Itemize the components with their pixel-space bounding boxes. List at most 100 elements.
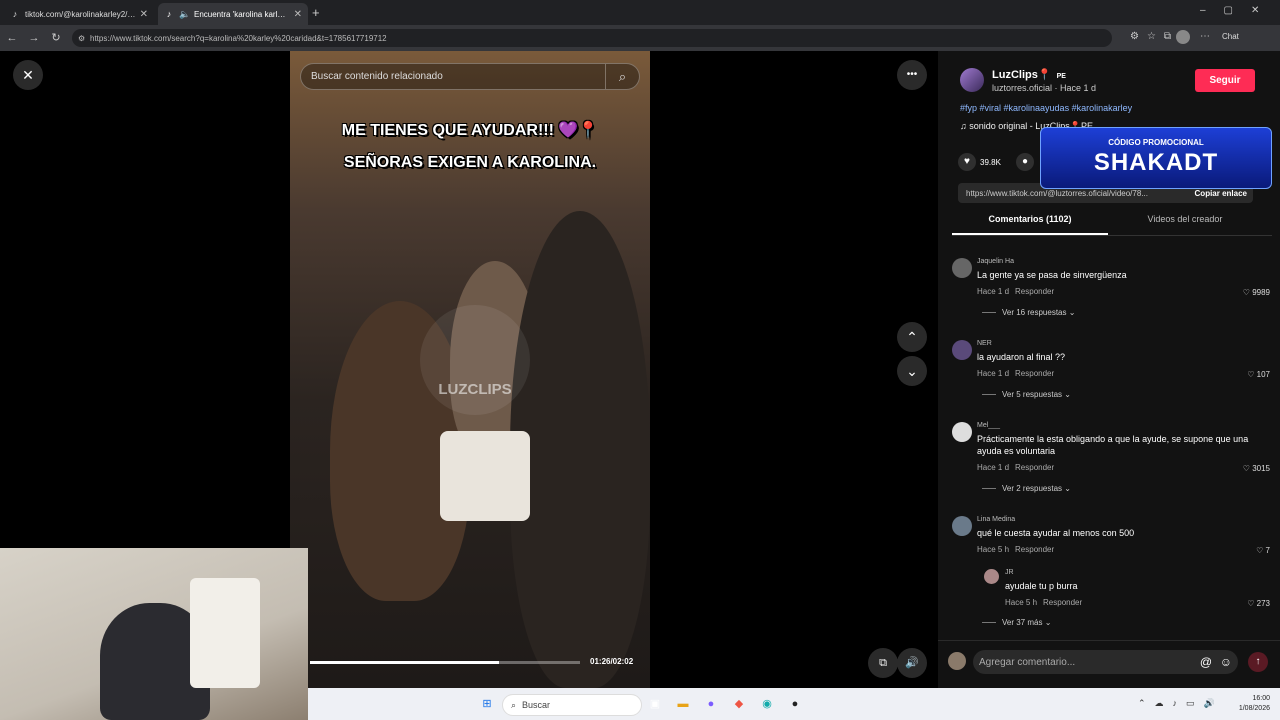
comment-time: Hace 5 h (1005, 598, 1038, 607)
comment-input[interactable]: Agregar comentario... @ ☺ (973, 650, 1238, 674)
copilot-label: Chat (1222, 32, 1239, 41)
comment-stat[interactable]: ● (1016, 153, 1038, 171)
avatar[interactable] (952, 340, 972, 360)
author-handle: luztorres.oficial · Hace 1 d (992, 83, 1097, 93)
taskbar-search[interactable]: ⌕ Buscar (502, 694, 642, 716)
new-tab-button[interactable]: + (312, 5, 320, 20)
close-tab-icon[interactable]: ✕ (294, 9, 302, 20)
follow-button[interactable]: Seguir (1195, 69, 1255, 92)
comment-placeholder: Agregar comentario... (979, 656, 1076, 668)
view-replies-button[interactable]: Ver 16 respuestas ⌄ (982, 308, 1075, 317)
comment-likes[interactable]: ♡ 7 (1256, 546, 1270, 555)
view-replies-button[interactable]: Ver 2 respuestas ⌄ (982, 484, 1071, 493)
reply-button[interactable]: Responder (1015, 463, 1054, 472)
search-placeholder: Buscar contenido relacionado (311, 71, 443, 82)
more-options-icon[interactable]: ••• (897, 60, 927, 90)
discord-icon[interactable]: ● (702, 695, 720, 713)
related-search-input[interactable]: Buscar contenido relacionado ⌕ (300, 63, 640, 90)
forward-icon[interactable]: → (26, 30, 42, 46)
taskbar-search-label: Buscar (522, 700, 551, 710)
speaker-icon[interactable]: 🔈 (179, 9, 190, 19)
comment-text: la ayudaron al final ?? (977, 352, 1066, 362)
file-explorer-icon[interactable]: ▬ (674, 695, 692, 713)
author-avatar[interactable] (960, 68, 984, 92)
task-view-icon[interactable]: ▣ (646, 695, 664, 713)
comment-time: Hace 1 d (977, 369, 1010, 378)
menu-icon[interactable]: ⋯ (1200, 31, 1210, 42)
tiktok-icon: ♪ (12, 9, 18, 19)
avatar[interactable] (984, 569, 999, 584)
browser-tab-active[interactable]: ♪ 🔈 Encuentra 'karolina karley cari ✕ (158, 3, 308, 25)
search-icon[interactable]: ⌕ (605, 64, 639, 89)
browser-tab[interactable]: ♪ tiktok.com/@karolinakarley2/live?e ✕ (4, 3, 154, 25)
heart-icon[interactable]: ♥ (958, 153, 976, 171)
comment-text: ayudale tu p burra (1005, 581, 1078, 591)
comment-text: Prácticamente la esta obligando a que la… (977, 434, 1249, 456)
app-icon[interactable]: ◆ (730, 695, 748, 713)
comment-text: La gente ya se pasa de sinvergüenza (977, 270, 1127, 280)
video-caption-line1: ME TIENES QUE AYUDAR!!! 💜📍 (341, 122, 599, 139)
comment-text: qué le cuesta ayudar al menos con 500 (977, 528, 1135, 538)
comment-likes[interactable]: ♡ 3015 (1243, 464, 1270, 473)
copilot-chat-button[interactable]: Chat (1222, 32, 1239, 41)
extension-icons[interactable]: ⚙☆⧉ (1130, 31, 1179, 42)
next-video-icon[interactable]: ⌄ (897, 356, 927, 386)
reply-button[interactable]: Responder (1015, 287, 1054, 296)
window-controls[interactable]: –▢✕ (1200, 5, 1277, 16)
volume-icon[interactable]: 🔊 (897, 648, 927, 678)
avatar[interactable] (952, 422, 972, 442)
comment-author[interactable]: Jaquelin Ha (977, 258, 1014, 265)
app-icon[interactable]: ● (786, 695, 804, 713)
start-menu-icon[interactable]: ⊞ (478, 695, 496, 713)
reply-button[interactable]: Responder (1015, 369, 1054, 378)
comment-time: Hace 5 h (977, 545, 1010, 554)
comment-author[interactable]: NER (977, 340, 992, 347)
copy-link-button[interactable]: Copiar enlace (1195, 189, 1247, 198)
profile-avatar[interactable] (1176, 30, 1190, 44)
author-name-row[interactable]: LuzClips📍 PE (992, 68, 1066, 81)
reply-button[interactable]: Responder (1015, 545, 1054, 554)
comment-likes[interactable]: ♡ 273 (1247, 599, 1270, 608)
comment-likes[interactable]: ♡ 9989 (1243, 288, 1270, 297)
system-tray-icons[interactable]: ⌃☁♪▭🔊 (1138, 698, 1224, 709)
comment-author[interactable]: Mel___ (977, 422, 1000, 429)
comment-item: Jaquelin Ha La gente ya se pasa de sinve… (952, 258, 1272, 322)
site-info-icon[interactable]: ⚙ (78, 34, 85, 43)
close-tab-icon[interactable]: ✕ (140, 9, 148, 20)
like-stat[interactable]: ♥ 39.8K (958, 153, 1001, 171)
reply-button[interactable]: Responder (1043, 598, 1082, 607)
taskbar-clock[interactable]: 16:00 1/08/2026 (1232, 694, 1270, 714)
close-icon[interactable]: ✕ (13, 60, 43, 90)
tab-comments[interactable]: Comentarios (1102) (952, 214, 1108, 224)
like-count: 9989 (1252, 288, 1270, 297)
tiktok-icon: ♪ (166, 9, 172, 19)
promo-code-overlay: CÓDIGO PROMOCIONAL SHAKADT (1040, 127, 1272, 189)
avatar[interactable] (952, 258, 972, 278)
view-more-replies-button[interactable]: Ver 37 más ⌄ (982, 618, 1051, 627)
tab-creator-videos[interactable]: Videos del creador (1110, 214, 1260, 224)
comment-author[interactable]: JR (1005, 569, 1014, 576)
comment-item: Lina Medina qué le cuesta ayudar al meno… (952, 516, 1272, 556)
previous-video-icon[interactable]: ⌃ (897, 322, 927, 352)
mention-icon[interactable]: @ (1200, 655, 1212, 669)
edge-icon[interactable]: ◉ (758, 695, 776, 713)
comment-likes[interactable]: ♡ 107 (1247, 370, 1270, 379)
video-bucket (440, 431, 530, 521)
emoji-icon[interactable]: ☺ (1220, 655, 1232, 669)
url-text: https://www.tiktok.com/search?q=karolina… (90, 33, 387, 43)
view-replies-button[interactable]: Ver 5 respuestas ⌄ (982, 390, 1071, 399)
like-count: 273 (1256, 599, 1270, 608)
video-caption-line2: SEÑORAS EXIGEN A KAROLINA. (343, 154, 597, 171)
comment-author[interactable]: Lina Medina (977, 516, 1015, 523)
watermark-logo: LUZCLIPS (420, 305, 530, 415)
search-icon: ⌕ (511, 699, 517, 710)
miniplayer-icon[interactable]: ⧉ (868, 648, 898, 678)
webcam-overlay (0, 548, 308, 720)
send-button[interactable]: ↑ (1248, 652, 1268, 672)
comment-icon[interactable]: ● (1016, 153, 1034, 171)
video-hashtags[interactable]: #fyp #viral #karolinaayudas #karolinakar… (960, 103, 1132, 113)
url-input[interactable]: ⚙ https://www.tiktok.com/search?q=karoli… (72, 29, 1112, 47)
reload-icon[interactable]: ↻ (48, 30, 64, 46)
avatar[interactable] (952, 516, 972, 536)
back-icon[interactable]: ← (4, 30, 20, 46)
